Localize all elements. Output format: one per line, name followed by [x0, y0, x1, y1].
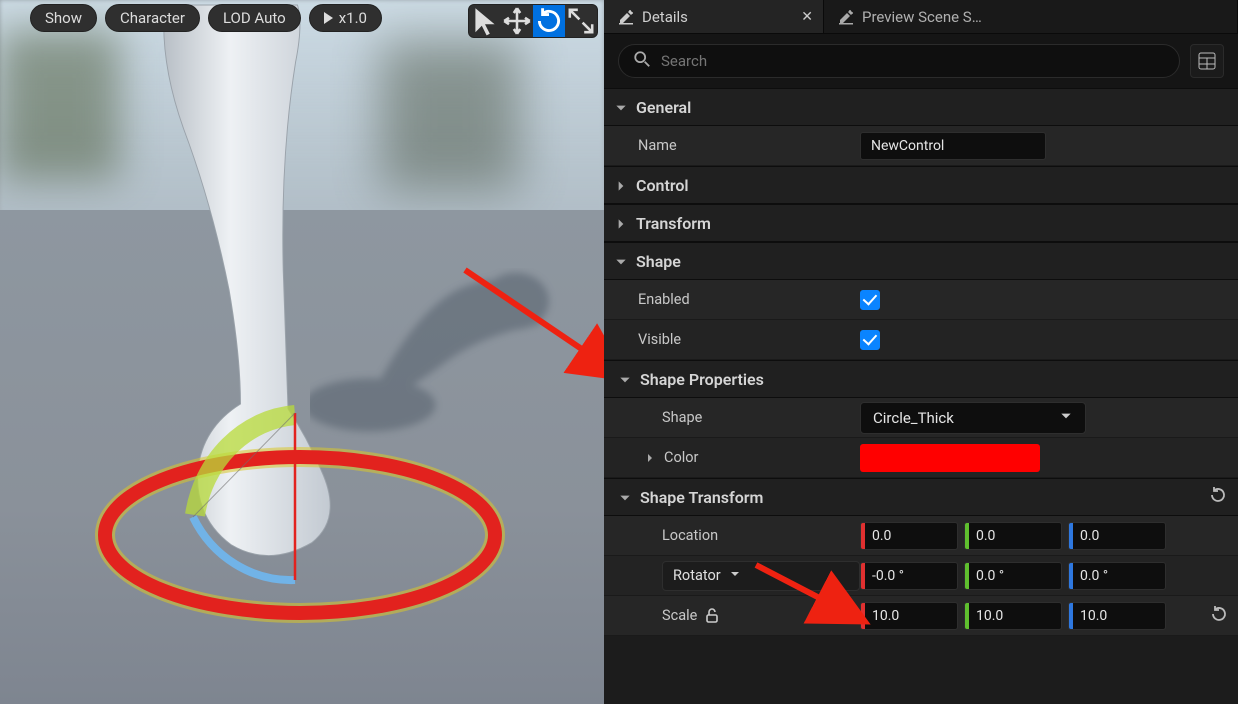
character-dropdown[interactable]: Character [105, 4, 200, 32]
location-label: Location [604, 527, 860, 544]
visible-checkbox[interactable] [860, 330, 880, 350]
scale-x-field[interactable]: 10.0 [860, 602, 958, 630]
enabled-checkbox[interactable] [860, 290, 880, 310]
chevron-right-icon[interactable] [644, 451, 658, 465]
location-y-field[interactable]: 0.0 [964, 522, 1062, 550]
rotation-z-field[interactable]: 0.0 ° [1068, 562, 1166, 590]
tab-details-label: Details [642, 8, 688, 26]
section-general[interactable]: General [604, 88, 1238, 126]
viewport[interactable]: Show Character LOD Auto x1.0 [0, 0, 604, 704]
gizmo-mode-bar [468, 4, 598, 38]
section-shape[interactable]: Shape [604, 242, 1238, 280]
chevron-down-icon [618, 490, 632, 504]
name-field[interactable] [860, 132, 1046, 160]
chevron-down-icon [614, 254, 628, 268]
search-input[interactable] [661, 52, 1165, 70]
reset-to-default-button[interactable] [1209, 604, 1229, 628]
scale-mode-button[interactable] [565, 5, 597, 37]
shape-dropdown[interactable]: Circle_Thick [860, 402, 1086, 434]
chevron-right-icon [614, 178, 628, 192]
rotation-gizmo[interactable] [175, 395, 345, 595]
search-input-wrapper[interactable] [618, 44, 1180, 78]
close-icon[interactable]: ✕ [801, 9, 813, 25]
scale-y-field[interactable]: 10.0 [964, 602, 1062, 630]
select-mode-button[interactable] [469, 5, 501, 37]
chevron-down-icon [614, 100, 628, 114]
rotation-y-field[interactable]: 0.0 ° [964, 562, 1062, 590]
section-control[interactable]: Control [604, 166, 1238, 204]
search-icon [633, 50, 651, 72]
chevron-down-icon [618, 372, 632, 386]
character-shadow [310, 268, 580, 438]
chevron-down-icon [729, 567, 741, 584]
unlock-icon[interactable] [703, 607, 721, 625]
color-swatch[interactable] [860, 444, 1040, 472]
playback-speed[interactable]: x1.0 [309, 4, 382, 32]
settings-grid-button[interactable] [1190, 44, 1224, 78]
section-transform[interactable]: Transform [604, 204, 1238, 242]
location-x-field[interactable]: 0.0 [860, 522, 958, 550]
shape-label: Shape [604, 409, 860, 426]
section-shape-transform[interactable]: Shape Transform [604, 478, 1238, 516]
tab-details[interactable]: Details ✕ [604, 0, 824, 33]
lod-dropdown[interactable]: LOD Auto [208, 4, 301, 32]
scale-z-field[interactable]: 10.0 [1068, 602, 1166, 630]
rotator-mode-button[interactable]: Rotator [662, 561, 860, 591]
enabled-label: Enabled [604, 291, 860, 308]
scale-label: Scale [662, 607, 697, 624]
tab-preview-label: Preview Scene S… [862, 8, 982, 26]
location-z-field[interactable]: 0.0 [1068, 522, 1166, 550]
empty-area [604, 636, 1238, 704]
color-label: Color [664, 449, 698, 466]
reset-to-default-button[interactable] [1208, 485, 1228, 509]
chevron-down-icon [1059, 409, 1073, 427]
rotate-mode-button[interactable] [533, 5, 565, 37]
side-panel: Details ✕ Preview Scene S… General Name [604, 0, 1238, 704]
edit-icon [618, 9, 634, 25]
rotation-x-field[interactable]: -0.0 ° [860, 562, 958, 590]
edit-icon [838, 9, 854, 25]
section-shape-properties[interactable]: Shape Properties [604, 360, 1238, 398]
tab-preview-scene[interactable]: Preview Scene S… [824, 0, 1238, 33]
translate-mode-button[interactable] [501, 5, 533, 37]
name-label: Name [604, 137, 860, 154]
chevron-right-icon [614, 216, 628, 230]
visible-label: Visible [604, 331, 860, 348]
show-dropdown[interactable]: Show [30, 4, 97, 32]
